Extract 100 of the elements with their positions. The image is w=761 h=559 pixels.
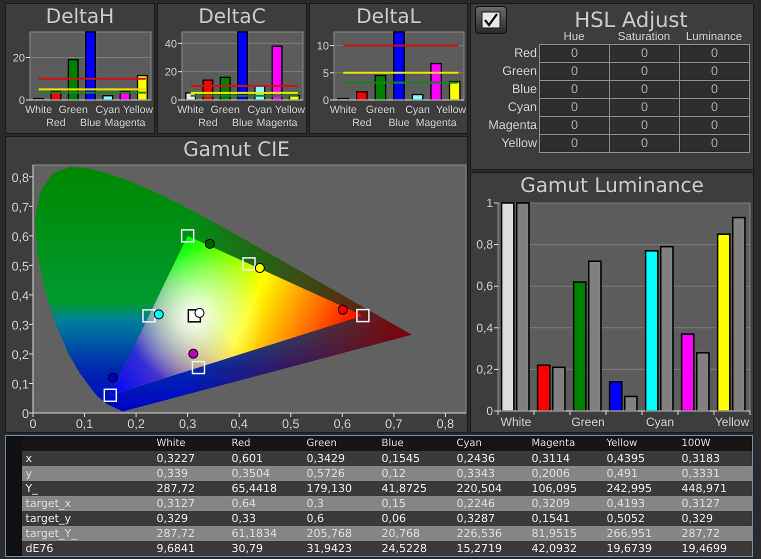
column-header: Green — [302, 436, 378, 451]
target-marker — [104, 388, 118, 402]
axis-label: 0,4 — [12, 288, 29, 303]
input-field[interactable]: 0 — [539, 134, 610, 153]
axis-label: Cyan — [646, 415, 674, 429]
input-field[interactable]: 0 — [539, 44, 610, 63]
table-cell: 0,3429 — [302, 451, 378, 466]
table-cell: 242,995 — [602, 481, 678, 496]
axis-label: White — [177, 104, 204, 116]
row-label: Magenta — [487, 117, 538, 134]
table-cell: 19,6739 — [602, 541, 678, 556]
data-point — [194, 308, 204, 318]
table-cell: 0,329 — [678, 511, 752, 526]
axis-label: 0,7 — [385, 417, 403, 431]
axis-label: Magenta — [256, 117, 298, 129]
bar — [356, 91, 368, 101]
column-header: Luminance — [686, 31, 744, 44]
input-field[interactable]: 0 — [539, 62, 610, 81]
row-label: Green — [501, 63, 538, 80]
checkbox[interactable] — [475, 6, 507, 34]
axis-label: 0,8 — [12, 170, 29, 185]
data-point — [188, 348, 198, 359]
table-cell: 448,971 — [678, 481, 752, 496]
target-marker — [242, 257, 256, 271]
input-field[interactable]: 0 — [679, 98, 750, 117]
axis-label: 1 — [486, 197, 493, 210]
bar — [102, 95, 114, 101]
axis-label: 20 — [164, 66, 177, 79]
axis-label: 0,8 — [436, 417, 454, 431]
table-cell: 0,1541 — [528, 511, 602, 526]
axis-label: 0 — [18, 95, 25, 107]
table-cell: 9,6841 — [152, 541, 228, 556]
table-cell: 65,4418 — [228, 481, 302, 496]
column-header: Magenta — [528, 436, 602, 451]
input-field[interactable]: 0 — [609, 116, 680, 135]
input-field[interactable]: 0 — [609, 44, 680, 63]
row-label: target_x — [22, 496, 152, 511]
input-field[interactable]: 0 — [539, 116, 610, 135]
table-cell: 0,6 — [302, 511, 378, 526]
input-field[interactable]: 0 — [609, 80, 680, 99]
table-cell: 0,2246 — [452, 496, 528, 511]
axis-label: 0,3 — [178, 417, 196, 431]
input-field[interactable]: 0 — [609, 62, 680, 81]
input-field[interactable]: 0 — [679, 80, 750, 99]
table-cell: 0,3227 — [152, 451, 228, 466]
axis-label: 0,2 — [476, 362, 493, 376]
table-cell: 0,329 — [152, 511, 228, 526]
bar — [272, 46, 283, 101]
axis-label: Green — [210, 104, 240, 116]
table-cell: 0,5052 — [602, 511, 678, 526]
input-field[interactable]: 0 — [679, 134, 750, 153]
table-cell: 31,9423 — [302, 541, 378, 556]
table-cell: 0,3183 — [678, 451, 752, 466]
axis-label: 0 — [322, 95, 329, 107]
input-field[interactable]: 0 — [609, 134, 680, 153]
table-cell: 0,3209 — [528, 496, 602, 511]
axis-label: Cyan — [248, 104, 272, 116]
column-header: Hue — [562, 30, 586, 44]
table-cell: 0,3114 — [528, 451, 602, 466]
input-field[interactable]: 0 — [539, 98, 610, 117]
table-cell: 0,06 — [378, 511, 452, 526]
row-label: target_Y_ — [22, 526, 152, 541]
input-field[interactable]: 0 — [609, 98, 680, 117]
axis-label: 0,2 — [127, 417, 145, 431]
row-label: Cyan — [506, 99, 538, 116]
table-cell: 266,951 — [602, 526, 678, 541]
input-field[interactable]: 0 — [679, 116, 750, 135]
table-cell: 106,095 — [528, 481, 602, 496]
axis-label: Blue — [80, 117, 101, 129]
data-point — [338, 304, 348, 315]
axis-label: 0 — [22, 407, 29, 421]
table-cell: 24,5228 — [378, 541, 452, 556]
table-cell: 0,3287 — [452, 511, 528, 526]
axis-label: 0,5 — [12, 259, 29, 274]
column-header: 100W — [678, 436, 752, 451]
column-header: Saturation — [616, 31, 670, 44]
table-cell: 0,15 — [378, 496, 452, 511]
axis-label: Magenta — [416, 117, 457, 129]
column-header: Red — [228, 436, 302, 451]
axis-label: White — [500, 415, 532, 429]
row-label: Blue — [510, 81, 538, 98]
input-field[interactable]: 0 — [679, 44, 750, 63]
input-field[interactable]: 0 — [679, 62, 750, 81]
table-cell: 0,33 — [228, 511, 302, 526]
axis-label: 5 — [322, 68, 329, 80]
table-cell: 0,3504 — [228, 466, 302, 481]
axis-label: 0,2 — [12, 348, 29, 362]
table-cell: 20,768 — [378, 526, 452, 541]
table-cell: 0,3343 — [452, 466, 528, 481]
table-cell: 205,768 — [302, 526, 378, 541]
table-cell: 0,601 — [228, 451, 302, 466]
data-point — [154, 309, 164, 320]
axis-label: 0,1 — [76, 417, 94, 431]
input-field[interactable]: 0 — [539, 80, 610, 99]
table-cell: 0,3127 — [678, 496, 752, 511]
axis-label: 0 — [486, 404, 493, 418]
bar — [85, 31, 96, 101]
data-point — [108, 372, 118, 383]
axis-label: 10 — [316, 40, 329, 53]
row-label: dE76 — [22, 541, 152, 556]
